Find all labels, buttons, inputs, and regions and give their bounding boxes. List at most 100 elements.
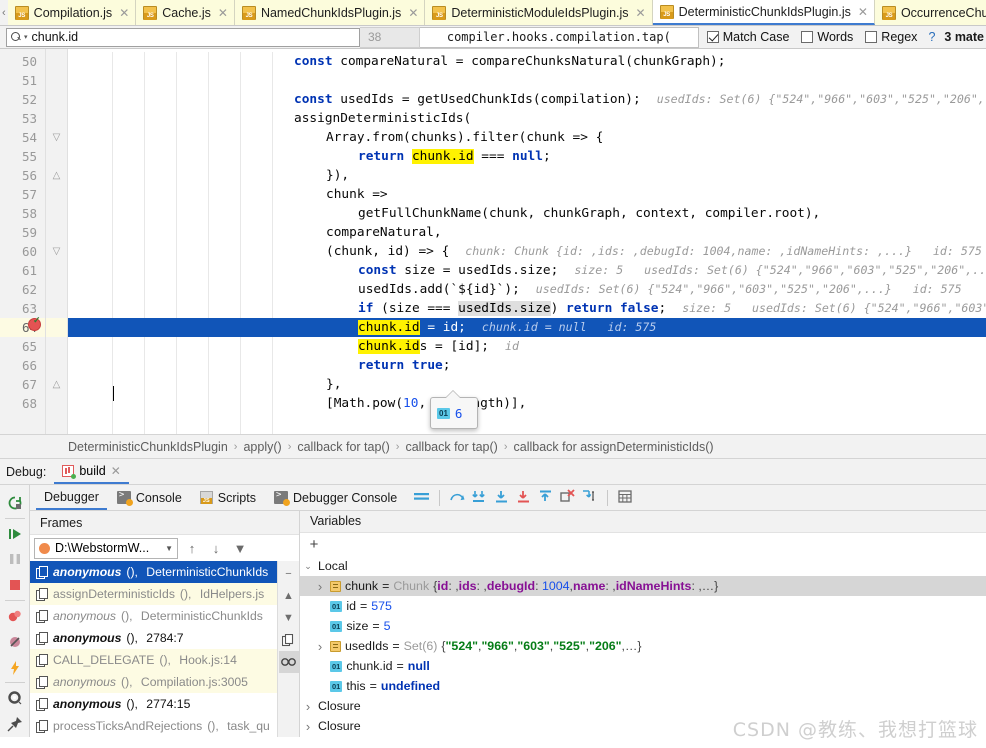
frame-item[interactable]: anonymous (), 2784:7 [30,627,277,649]
editor-tab-namedchunkidsplugin[interactable]: NamedChunkIdsPlugin.js ✕ [234,0,426,25]
close-icon[interactable]: ✕ [119,7,129,19]
variable-row[interactable]: 01 chunk.id = null [300,656,986,676]
breadcrumb-item[interactable]: apply() [243,440,281,454]
tab-console[interactable]: Console [109,485,190,510]
frame-item[interactable]: anonymous (), DeterministicChunkIds [30,605,277,627]
frames-list[interactable]: anonymous (), DeterministicChunkIds assig… [30,561,277,737]
frame-location: 2784:7 [146,631,184,645]
editor-tab-cache[interactable]: Cache.js ✕ [136,0,235,25]
variable-row[interactable]: usedIds = Set(6) {"524","966","603","525… [300,636,986,656]
frame-item[interactable]: anonymous (), 2774:15 [30,693,277,715]
pin-icon[interactable] [2,711,28,737]
breadcrumb-item[interactable]: callback for assignDeterministicIds() [514,440,714,454]
words-checkbox[interactable]: Words [795,30,859,44]
variable-row[interactable]: Local [300,556,986,576]
variable-row[interactable]: 01 size = 5 [300,616,986,636]
rerun-icon[interactable] [2,490,28,516]
copy-stack-icon[interactable] [279,629,299,651]
line-number-box[interactable]: 38 [360,26,420,48]
match-case-checkbox[interactable]: Match Case [701,30,796,44]
thread-selector[interactable]: D:\WebstormW... ▼ [34,537,178,559]
frame-item[interactable]: anonymous (), DeterministicChunkIds [30,561,277,583]
chevron-down-icon[interactable]: ▾ [24,33,28,41]
chevron-right-icon[interactable] [314,639,326,654]
step-into-icon[interactable] [471,489,488,507]
settings-gear-icon[interactable] [2,685,28,711]
regex-checkbox[interactable]: Regex [859,30,923,44]
chevron-down-icon[interactable] [302,561,314,572]
help-icon[interactable]: ? [923,30,940,44]
breakpoint-icon[interactable] [28,315,41,331]
tab-debugger-console[interactable]: Debugger Console [266,485,405,510]
frame-item[interactable]: assignDeterministicIds (), IdHelpers.js [30,583,277,605]
editor-tab-compilation[interactable]: Compilation.js ✕ [7,0,137,25]
settings-lines-icon[interactable] [413,489,430,507]
collapse-icon[interactable]: − [279,563,299,585]
breadcrumb-item[interactable]: DeterministicChunkIdsPlugin [68,440,228,454]
value-tooltip-popup[interactable]: 01 6 [430,390,478,429]
move-up-icon[interactable]: ↑ [182,538,202,558]
fold-marker-icon[interactable]: ▽ [46,242,67,261]
editor-tab-deterministicmoduleidsplugin[interactable]: DeterministicModuleIdsPlugin.js ✕ [425,0,653,25]
variable-name: Closure [318,719,361,734]
variable-row[interactable]: 01 this = undefined [300,676,986,696]
show-frames-icon[interactable] [278,651,299,673]
frame-item[interactable]: processTicksAndRejections (), task_qu [30,715,277,737]
chevron-right-icon[interactable] [302,719,314,734]
filter-icon[interactable]: ▼ [230,538,250,558]
add-watch-icon[interactable]: + [304,535,324,555]
variable-row[interactable]: Closure [300,736,986,737]
variable-row[interactable]: chunk = Chunk {id: ,ids: ,debugId: 1004,… [300,576,986,597]
line-number-gutter[interactable]: 50 51 52 53 54 55 56 57 58 59 60 61 62 6… [0,49,46,434]
view-breakpoints-icon[interactable] [2,603,28,629]
step-out-icon[interactable] [537,489,554,507]
inline-debug-hint: usedIds: Set(6) {"524","966","603","525"… [535,282,962,296]
run-to-cursor-icon[interactable] [581,489,598,507]
fold-marker-icon[interactable]: ▽ [46,128,67,147]
variable-row[interactable]: 01 id = 575 [300,596,986,616]
editor-tab-deterministicchunkidsplugin[interactable]: DeterministicChunkIdsPlugin.js ✕ [652,0,875,25]
tab-scroll-left-icon[interactable]: ‹ [0,0,8,25]
idea-window: ‹ Compilation.js ✕ Cache.js ✕ NamedChunk… [0,0,986,748]
lightning-icon[interactable] [2,655,28,681]
step-over-icon[interactable] [449,489,466,507]
chevron-right-icon[interactable] [302,699,314,714]
variable-row[interactable]: Closure [300,696,986,716]
mute-breakpoints-icon[interactable] [2,629,28,655]
resume-program-icon[interactable] [2,521,28,547]
close-icon[interactable]: ✕ [858,6,868,18]
frame-item[interactable]: CALL_DELEGATE (), Hook.js:14 [30,649,277,671]
pause-program-icon[interactable] [2,547,28,573]
frame-item[interactable]: anonymous (), Compilation.js:3005 [30,671,277,693]
stop-icon[interactable] [2,572,28,598]
fold-marker-icon[interactable]: △ [46,375,67,394]
editor-tab-occurrencechunk[interactable]: OccurrenceChu [874,0,986,25]
tab-scripts[interactable]: Scripts [192,485,264,510]
chevron-right-icon[interactable] [314,579,326,594]
run-configuration-tab-build[interactable]: build ✕ [54,459,129,484]
chevron-down-icon[interactable]: ▼ [165,544,173,553]
close-icon[interactable]: ✕ [636,7,646,19]
code-editor[interactable]: 50 51 52 53 54 55 56 57 58 59 60 61 62 6… [0,49,986,434]
evaluate-expression-icon[interactable] [617,489,634,507]
search-match-highlight: chunk.id [411,149,474,164]
smart-step-into-icon[interactable] [515,489,532,507]
close-icon[interactable]: ✕ [111,464,121,478]
code-text-area[interactable]: const compareNatural = compareChunksNatu… [68,49,986,434]
force-step-into-icon[interactable] [493,489,510,507]
tab-debugger[interactable]: Debugger [36,485,107,510]
breadcrumb-item[interactable]: callback for tap() [405,440,497,454]
close-icon[interactable]: ✕ [218,7,228,19]
tab-label: Cache.js [162,5,211,20]
drop-frame-icon[interactable] [559,488,576,507]
fold-marker-icon[interactable]: △ [46,166,67,185]
move-down-icon[interactable]: ↓ [206,538,226,558]
variables-list[interactable]: Local chunk = Chunk {id: ,ids: ,debugId:… [300,556,986,737]
variable-row[interactable]: Closure [300,716,986,736]
breadcrumb-item[interactable]: callback for tap() [297,440,389,454]
scroll-down-icon[interactable]: ▼ [279,607,299,629]
search-input[interactable]: ▾ chunk.id [6,27,360,47]
scroll-up-icon[interactable]: ▲ [279,585,299,607]
fold-gutter[interactable]: ▽ △ ▽ △ [46,49,68,434]
close-icon[interactable]: ✕ [408,7,418,19]
